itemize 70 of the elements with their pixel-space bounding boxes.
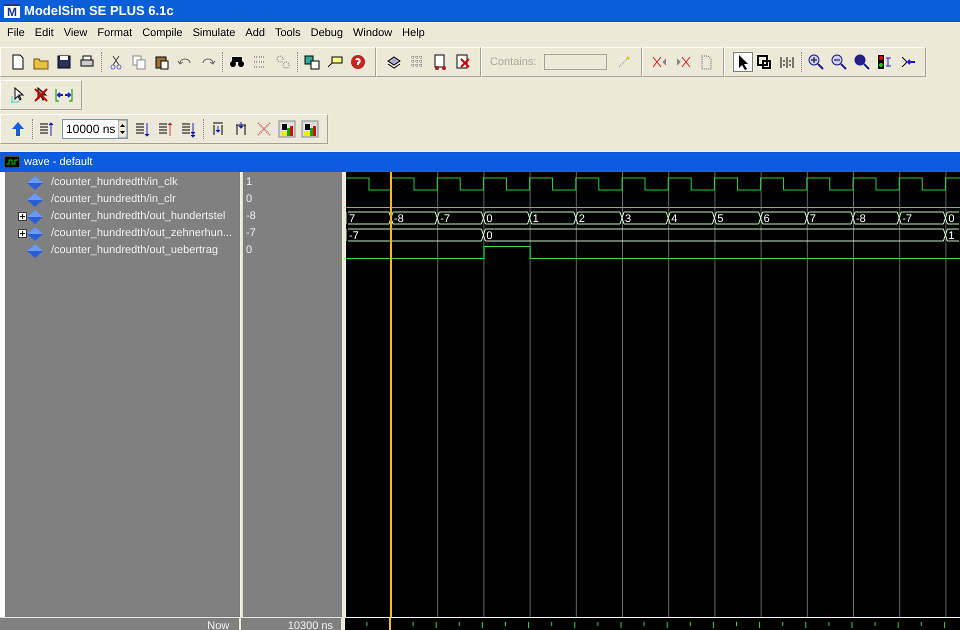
- run-length-field[interactable]: 10000 ns: [62, 119, 128, 139]
- wave-window-title: wave - default: [24, 154, 92, 170]
- signal-value: 0: [246, 192, 252, 208]
- run-icon[interactable]: [134, 120, 152, 138]
- cursor-add-icon[interactable]: [9, 86, 27, 104]
- signal-value: -8: [246, 209, 256, 224]
- prev-next-icon[interactable]: [55, 86, 73, 104]
- now-time: 10300 ns: [288, 619, 333, 630]
- help-icon[interactable]: [349, 53, 367, 71]
- bus-value: -8: [856, 213, 866, 225]
- wave-window-icon: [4, 156, 20, 168]
- performance-icon[interactable]: [278, 120, 296, 138]
- expand-icon[interactable]: [18, 229, 27, 238]
- memory-profile-icon[interactable]: [301, 120, 320, 138]
- bus-value: 6: [764, 213, 770, 225]
- expand-icon[interactable]: [18, 212, 27, 221]
- zoom-out-icon[interactable]: [830, 53, 848, 71]
- signal-diamond-icon: [27, 210, 43, 224]
- app-icon: M: [4, 4, 20, 18]
- bus-value: 5: [717, 213, 724, 225]
- run-all-icon[interactable]: [180, 120, 198, 138]
- bus-value: 0: [486, 230, 493, 242]
- bus-value: 1: [532, 213, 539, 225]
- now-label: Now: [207, 619, 230, 630]
- copy-icon[interactable]: [130, 53, 148, 71]
- menu-item[interactable]: Window: [348, 24, 398, 42]
- dotted-circles-icon[interactable]: [274, 53, 292, 71]
- cursor-delete-icon[interactable]: [32, 86, 50, 104]
- save-icon[interactable]: [55, 53, 73, 71]
- zoom-in-icon[interactable]: [807, 53, 826, 71]
- menu-item[interactable]: View: [58, 24, 92, 42]
- signal-diamond-icon: [27, 244, 43, 258]
- bus-value: 7: [349, 213, 356, 225]
- bus-value: 1: [948, 230, 955, 242]
- signal-diamond-icon: [27, 176, 43, 190]
- bus-value: 2: [578, 213, 585, 225]
- up-arrow-icon[interactable]: [9, 120, 27, 138]
- signal-value: 1: [246, 175, 252, 190]
- signal-value: -7: [246, 226, 256, 242]
- delete-document-icon[interactable]: [454, 53, 472, 71]
- restart-icon[interactable]: [38, 120, 56, 138]
- zoom-box-icon[interactable]: [755, 53, 774, 71]
- contains-label: Contains:: [490, 54, 536, 70]
- menu-item[interactable]: File: [2, 24, 30, 42]
- signal-diamond-icon: [27, 192, 43, 206]
- bus-value: 7: [810, 213, 816, 225]
- bus-value: 4: [671, 213, 678, 225]
- menu-item[interactable]: Tools: [270, 24, 306, 42]
- menu-item[interactable]: Add: [240, 24, 270, 42]
- bus-value: 0: [486, 213, 493, 225]
- signal-diamond-icon: [27, 226, 43, 240]
- menu-item[interactable]: Simulate: [188, 24, 240, 42]
- breakpoint-icon[interactable]: [255, 120, 274, 138]
- bus-value: -7: [349, 230, 359, 242]
- spinner-arrows-icon[interactable]: [118, 120, 128, 138]
- bus-value: 0: [948, 213, 955, 225]
- menu-item[interactable]: Compile: [137, 24, 188, 42]
- bus-value: 3: [625, 213, 632, 225]
- chip-icon[interactable]: [303, 53, 321, 71]
- bus-value: -7: [440, 213, 450, 225]
- menu-item[interactable]: Debug: [306, 24, 348, 42]
- zoom-full-icon[interactable]: [853, 53, 872, 71]
- signal-value: 0: [246, 243, 252, 258]
- menu-item[interactable]: Help: [397, 24, 430, 42]
- window-title: ModelSim SE PLUS 6.1c: [24, 2, 174, 20]
- menu-item[interactable]: Format: [92, 24, 138, 42]
- bus-value: -7: [902, 213, 912, 225]
- select-tool-button[interactable]: [733, 52, 754, 72]
- bus-value: -8: [394, 213, 404, 225]
- menu-item[interactable]: Edit: [30, 24, 59, 42]
